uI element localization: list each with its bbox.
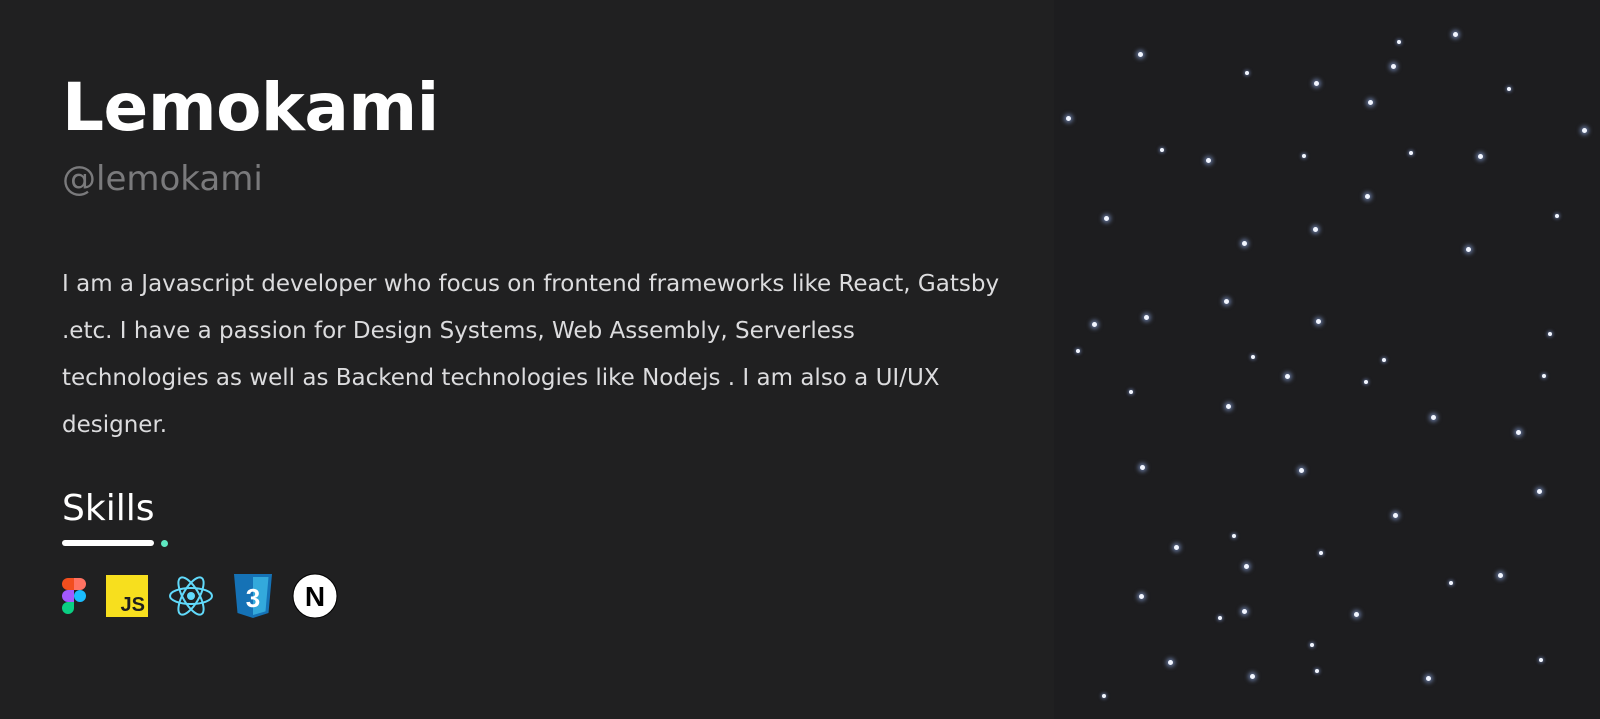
figma-icon	[62, 577, 86, 615]
underline-bar	[62, 539, 154, 546]
star	[1555, 214, 1559, 218]
star	[1542, 374, 1546, 378]
star	[1313, 227, 1318, 232]
star	[1397, 40, 1401, 44]
underline-dot	[161, 539, 168, 547]
skills-underline	[62, 539, 1022, 549]
javascript-icon-label: JS	[121, 594, 145, 616]
nextjs-icon: N	[292, 573, 338, 619]
css3-icon: 3	[234, 573, 272, 618]
star	[1242, 609, 1247, 614]
star	[1102, 694, 1106, 698]
star	[1453, 32, 1458, 37]
star	[1139, 594, 1144, 599]
star	[1498, 573, 1503, 578]
star	[1168, 660, 1173, 665]
star	[1466, 247, 1471, 252]
star	[1232, 534, 1236, 538]
javascript-icon: JS	[106, 574, 148, 617]
react-icon	[168, 575, 214, 617]
star	[1426, 676, 1431, 681]
intro-section: Lemokami @lemokami I am a Javascript dev…	[62, 69, 1022, 619]
css3-icon-label: 3	[246, 583, 260, 613]
star	[1319, 551, 1323, 555]
star	[1092, 322, 1097, 327]
profile-page: Lemokami @lemokami I am a Javascript dev…	[0, 0, 1600, 719]
star	[1250, 674, 1255, 679]
skills-heading: Skills	[62, 488, 155, 530]
star	[1174, 545, 1179, 550]
star	[1315, 669, 1319, 673]
profile-name: Lemokami	[62, 69, 439, 146]
star	[1160, 148, 1164, 152]
star	[1365, 194, 1370, 199]
star	[1226, 404, 1231, 409]
star	[1218, 616, 1222, 620]
skill-icons: JS 3 N	[62, 573, 1022, 619]
star	[1393, 513, 1398, 518]
star	[1507, 87, 1511, 91]
star	[1368, 100, 1373, 105]
star	[1144, 315, 1149, 320]
star	[1354, 612, 1359, 617]
star	[1245, 71, 1249, 75]
star	[1285, 374, 1290, 379]
nextjs-icon-label: N	[305, 581, 325, 612]
star	[1129, 390, 1133, 394]
star	[1516, 430, 1521, 435]
star	[1140, 465, 1145, 470]
star	[1242, 241, 1247, 246]
star	[1066, 116, 1071, 121]
star	[1076, 349, 1080, 353]
star	[1104, 216, 1109, 221]
star	[1582, 128, 1587, 133]
star	[1409, 151, 1413, 155]
star	[1302, 154, 1306, 158]
star	[1316, 319, 1321, 324]
star	[1244, 564, 1249, 569]
star	[1478, 154, 1483, 159]
star	[1314, 81, 1319, 86]
star	[1138, 52, 1143, 57]
star	[1539, 658, 1543, 662]
star	[1449, 581, 1453, 585]
star	[1391, 64, 1396, 69]
star	[1537, 489, 1542, 494]
star	[1310, 643, 1314, 647]
star	[1382, 358, 1386, 362]
profile-bio: I am a Javascript developer who focus on…	[62, 271, 1000, 439]
star	[1206, 158, 1211, 163]
star	[1299, 468, 1304, 473]
star	[1224, 299, 1229, 304]
star	[1548, 332, 1552, 336]
profile-handle: @lemokami	[62, 158, 263, 199]
starfield-background	[1054, 0, 1600, 719]
star	[1431, 415, 1436, 420]
star	[1251, 355, 1255, 359]
star	[1364, 380, 1368, 384]
